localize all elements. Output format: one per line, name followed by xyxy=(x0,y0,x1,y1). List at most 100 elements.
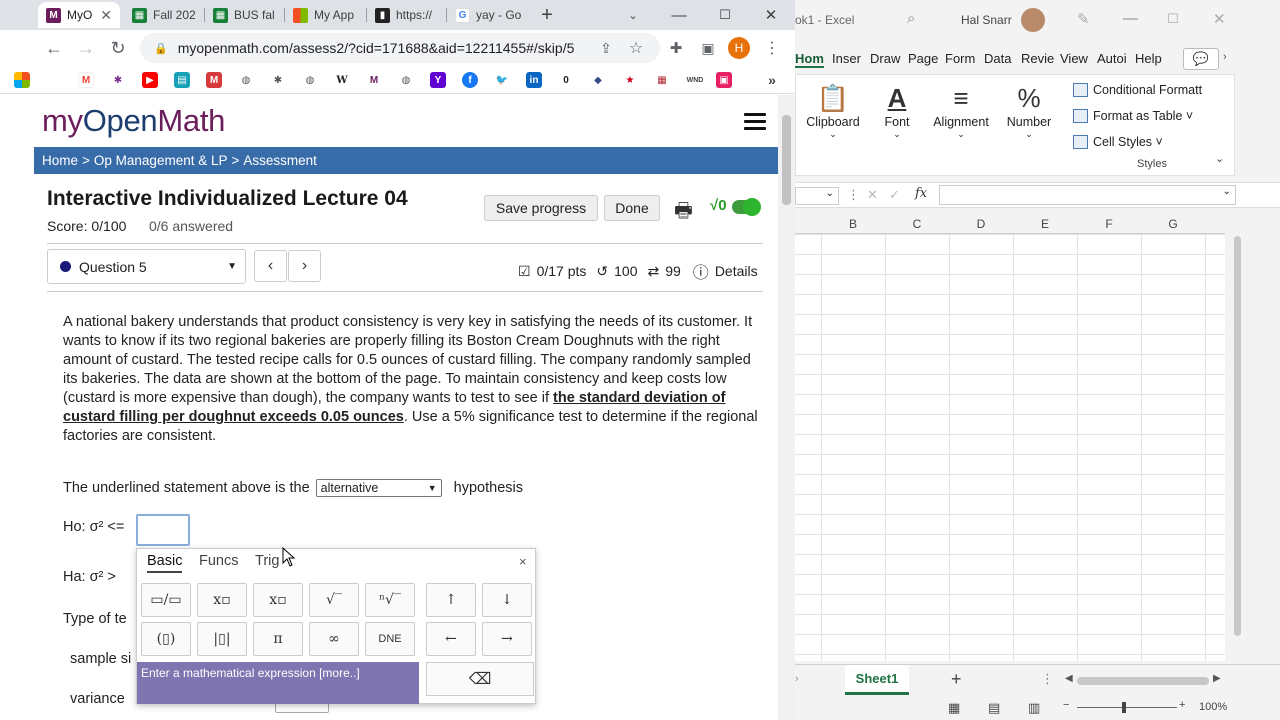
question-selector[interactable]: Question 5 ▼ xyxy=(47,249,246,284)
sheet-tab-sheet1[interactable]: Sheet1 xyxy=(845,665,909,695)
tab-my-apps[interactable]: My App xyxy=(285,2,365,28)
page-scrollbar[interactable] xyxy=(778,95,795,720)
keypad-hint[interactable]: Enter a mathematical expression [more..] xyxy=(137,662,419,704)
formula-input[interactable]: ⌄ xyxy=(939,185,1236,205)
sqrt-key[interactable]: √‾ xyxy=(309,583,359,617)
printer-icon[interactable]: 🖶 xyxy=(674,196,693,230)
nth-root-key[interactable]: ⁿ√‾ xyxy=(365,583,415,617)
forward-arrow-icon[interactable]: → xyxy=(74,36,98,60)
search-icon[interactable]: ⌕ xyxy=(907,10,915,27)
column-header-e[interactable]: E xyxy=(1013,217,1077,231)
address-bar[interactable]: 🔒 myopenmath.com/assess2/?cid=171688&aid… xyxy=(140,33,660,63)
left-arrow-key[interactable]: ← xyxy=(426,622,476,656)
up-arrow-key[interactable]: ↑ xyxy=(426,583,476,617)
yahoo-bookmark-icon[interactable]: Y xyxy=(430,72,446,88)
side-panel-icon[interactable]: ▣ xyxy=(696,36,720,60)
clipboard-group[interactable]: 📋 Clipboard ⌄ xyxy=(802,81,864,140)
globe-bookmark-icon[interactable]: ◍ xyxy=(238,72,254,88)
tab-data[interactable]: Data xyxy=(984,51,1011,66)
breadcrumb-home[interactable]: Home xyxy=(42,153,78,168)
cancel-icon[interactable]: ✕ xyxy=(867,187,878,203)
mathquill-toggle[interactable] xyxy=(732,198,761,216)
excel-minimize-icon[interactable]: — xyxy=(1123,10,1138,27)
ribbon-scroll-icon[interactable]: › xyxy=(1223,51,1227,63)
tab-https[interactable]: ▮ https:// xyxy=(367,2,445,28)
hamburger-menu-icon[interactable] xyxy=(744,113,766,130)
sheet-options-icon[interactable]: ⋮ xyxy=(1041,671,1054,687)
hscroll-left-icon[interactable]: ◀ xyxy=(1065,673,1073,684)
exponent-key[interactable]: x▫ xyxy=(197,583,247,617)
column-header-c[interactable]: C xyxy=(885,217,949,231)
add-sheet-button[interactable]: + xyxy=(951,669,962,690)
zoom-slider-thumb[interactable] xyxy=(1122,702,1126,713)
sheet-scroll-icon[interactable]: › xyxy=(795,673,799,685)
myopenmath-logo[interactable]: myOpenMath xyxy=(42,103,225,139)
slack-bookmark-icon-2[interactable]: ✱ xyxy=(270,72,286,88)
right-arrow-key[interactable]: → xyxy=(482,622,532,656)
zoom-out-icon[interactable]: − xyxy=(1063,699,1069,711)
gmail-bookmark-icon[interactable]: M xyxy=(78,72,94,88)
new-tab-button[interactable]: + xyxy=(524,0,570,30)
chrome-menu-icon[interactable]: ⋮ xyxy=(760,36,784,60)
back-arrow-icon[interactable]: ← xyxy=(42,36,66,60)
star-bookmark-icon[interactable]: ★ xyxy=(622,72,638,88)
keypad-tab-basic[interactable]: Basic xyxy=(147,553,183,573)
cell-styles-button[interactable]: Cell Styles ˅ xyxy=(1073,135,1163,149)
backspace-key[interactable]: ⌫ xyxy=(426,662,534,696)
keypad-close-icon[interactable]: × xyxy=(519,554,527,569)
page-break-view-icon[interactable]: ▥ xyxy=(1028,700,1040,716)
profile-avatar[interactable]: H xyxy=(728,37,750,59)
zoom-in-icon[interactable]: + xyxy=(1179,699,1185,711)
tab-fall-2022[interactable]: ▦ Fall 202 xyxy=(124,2,204,28)
tab-page-layout[interactable]: Page xyxy=(908,51,938,66)
zero-bookmark-icon[interactable]: 0 xyxy=(558,72,574,88)
conditional-formatting-button[interactable]: Conditional Formatt xyxy=(1073,83,1202,97)
absolute-value-key[interactable]: |▯| xyxy=(197,622,247,656)
facebook-bookmark-icon[interactable]: f xyxy=(462,72,478,88)
linkedin-bookmark-icon[interactable]: in xyxy=(526,72,542,88)
pen-icon[interactable]: ✎ xyxy=(1077,10,1090,28)
reload-icon[interactable]: ↻ xyxy=(106,36,130,60)
extensions-puzzle-icon[interactable]: ✚ xyxy=(664,36,688,60)
tab-view[interactable]: View xyxy=(1060,51,1088,66)
column-header-g[interactable]: G xyxy=(1141,217,1205,231)
details-link[interactable]: Details xyxy=(715,263,758,279)
comments-icon[interactable]: 💬 xyxy=(1183,48,1219,70)
column-header-f[interactable]: F xyxy=(1077,217,1141,231)
spreadsheet-grid[interactable] xyxy=(795,234,1225,661)
app-bookmark-icon-2[interactable]: ▣ xyxy=(716,72,732,88)
tab-draw[interactable]: Draw xyxy=(870,51,900,66)
hscroll-right-icon[interactable]: ▶ xyxy=(1213,673,1221,684)
column-header-b[interactable]: B xyxy=(821,217,885,231)
pi-key[interactable]: π xyxy=(253,622,303,656)
youtube-bookmark-icon[interactable]: ▶ xyxy=(142,72,158,88)
enter-icon[interactable]: ✓ xyxy=(889,187,900,203)
shield-bookmark-icon[interactable]: ◆ xyxy=(590,72,606,88)
share-icon[interactable]: ⇪ xyxy=(594,36,618,60)
done-button[interactable]: Done xyxy=(604,195,660,221)
maximize-icon[interactable]: ☐ xyxy=(702,0,748,30)
number-group[interactable]: % Number ⌄ xyxy=(998,81,1060,140)
excel-close-icon[interactable]: ✕ xyxy=(1213,10,1226,28)
parentheses-key[interactable]: (▯) xyxy=(141,622,191,656)
keypad-tab-funcs[interactable]: Funcs xyxy=(199,553,239,569)
null-hypothesis-input[interactable] xyxy=(136,514,190,546)
user-avatar[interactable] xyxy=(1021,8,1045,32)
page-layout-view-icon[interactable]: ▤ xyxy=(988,700,1000,716)
close-tab-icon[interactable]: ✕ xyxy=(100,7,112,24)
normal-view-icon[interactable]: ▦ xyxy=(948,700,960,716)
save-progress-button[interactable]: Save progress xyxy=(484,195,598,221)
wikipedia-bookmark-icon[interactable]: W xyxy=(334,72,350,88)
microsoft-bookmark-icon[interactable] xyxy=(14,72,30,88)
twitter-bookmark-icon[interactable]: 🐦 xyxy=(494,72,510,88)
slack-bookmark-icon[interactable]: ✱ xyxy=(110,72,126,88)
font-group[interactable]: A Font ⌄ xyxy=(866,81,928,140)
bookmark-star-icon[interactable]: ☆ xyxy=(624,36,648,60)
minimize-icon[interactable]: — xyxy=(656,0,702,30)
excel-maximize-icon[interactable]: ☐ xyxy=(1167,11,1179,27)
tab-google-search[interactable]: G yay - Go xyxy=(447,2,527,28)
globe-bookmark-icon-3[interactable]: ◍ xyxy=(398,72,414,88)
ribbon-collapse-icon[interactable]: ⌄ xyxy=(1215,152,1224,165)
zoom-level[interactable]: 100% xyxy=(1199,701,1227,713)
flag-bookmark-icon[interactable]: ▦ xyxy=(654,72,670,88)
